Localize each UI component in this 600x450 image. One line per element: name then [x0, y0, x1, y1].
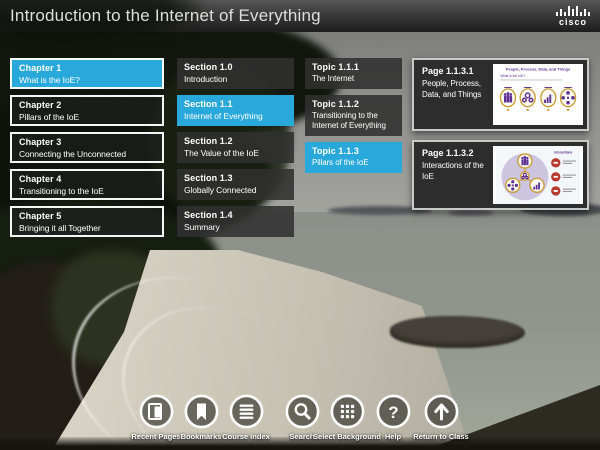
bookmark-icon — [184, 394, 219, 429]
cisco-logo-text: cisco — [556, 18, 590, 27]
background-island — [448, 210, 494, 216]
topic-title: Topic 1.1.2 — [312, 99, 395, 109]
chapter-title: Chapter 3 — [19, 137, 155, 147]
select-background-button[interactable] — [330, 394, 365, 429]
cisco-logo-icon — [556, 6, 590, 16]
return-to-class-button[interactable] — [424, 394, 459, 429]
recent-pages-icon — [139, 394, 174, 429]
bookmarks-button[interactable] — [184, 394, 219, 429]
cisco-logo: cisco — [556, 6, 590, 27]
chapter-item-2[interactable]: Chapter 2 Pillars of the IoE — [10, 95, 164, 126]
chapter-subtitle: Transitioning to the IoE — [19, 186, 155, 197]
page-item-subtitle: Interactions of the IoE — [414, 161, 496, 183]
chapter-item-3[interactable]: Chapter 3 Connecting the Unconnected — [10, 132, 164, 163]
chapter-subtitle: Pillars of the IoE — [19, 112, 155, 123]
recent-pages-button[interactable] — [139, 394, 174, 429]
chapter-title: Chapter 5 — [19, 211, 155, 221]
page-title: Introduction to the Internet of Everythi… — [10, 6, 321, 26]
help-button[interactable]: ? — [376, 394, 411, 429]
svg-text:What is the IoE?: What is the IoE? — [500, 74, 525, 78]
chapter-subtitle: What is the IoE? — [19, 75, 155, 86]
topic-item-1-1-1[interactable]: Topic 1.1.1 The Internet — [305, 58, 402, 89]
chapter-item-4[interactable]: Chapter 4 Transitioning to the IoE — [10, 169, 164, 200]
chapter-title: Chapter 2 — [19, 100, 155, 110]
section-item-1-4[interactable]: Section 1.4 Summary — [177, 206, 294, 237]
page-item-1-1-3-2[interactable]: Page 1.1.3.2 Interactions of the IoE — [412, 140, 589, 210]
section-title: Section 1.3 — [184, 173, 287, 183]
svg-text:?: ? — [388, 403, 398, 422]
section-subtitle: The Value of the IoE — [184, 148, 287, 159]
section-item-1-3[interactable]: Section 1.3 Globally Connected — [177, 169, 294, 200]
section-item-1-1[interactable]: Section 1.1 Internet of Everything — [177, 95, 294, 126]
chapter-subtitle: Connecting the Unconnected — [19, 149, 155, 160]
topic-title: Topic 1.1.3 — [312, 146, 395, 156]
search-icon — [285, 394, 320, 429]
page-column: Page 1.1.3.1 People, Process, Data, and … — [412, 58, 589, 210]
section-title: Section 1.2 — [184, 136, 287, 146]
search-button[interactable] — [285, 394, 320, 429]
background-rocks — [390, 316, 525, 348]
section-subtitle: Introduction — [184, 74, 287, 85]
grid-icon — [330, 394, 365, 429]
question-mark-icon: ? — [376, 394, 411, 429]
page-thumbnail-people-process-data-things: People, Process, Data, and Things What i… — [493, 64, 583, 125]
chapter-column: Chapter 1 What is the IoE? Chapter 2 Pil… — [10, 58, 164, 237]
section-title: Section 1.4 — [184, 210, 287, 220]
course-index-screen: Introduction to the Internet of Everythi… — [0, 0, 600, 450]
topic-subtitle: Pillars of the IoE — [312, 158, 395, 168]
list-icon — [229, 394, 264, 429]
topic-item-1-1-3[interactable]: Topic 1.1.3 Pillars of the IoE — [305, 142, 402, 173]
section-subtitle: Internet of Everything — [184, 111, 287, 122]
section-item-1-0[interactable]: Section 1.0 Introduction — [177, 58, 294, 89]
section-title: Section 1.1 — [184, 99, 287, 109]
chapter-item-1[interactable]: Chapter 1 What is the IoE? — [10, 58, 164, 89]
svg-text:People, Process, Data, and Thi: People, Process, Data, and Things — [506, 67, 571, 72]
svg-text:Interactions: Interactions — [554, 150, 572, 154]
section-item-1-2[interactable]: Section 1.2 The Value of the IoE — [177, 132, 294, 163]
page-item-1-1-3-1[interactable]: Page 1.1.3.1 People, Process, Data, and … — [412, 58, 589, 131]
chapter-title: Chapter 4 — [19, 174, 155, 184]
arrow-up-icon — [424, 394, 459, 429]
chapter-subtitle: Bringing it all Together — [19, 223, 155, 234]
topic-item-1-1-2[interactable]: Topic 1.1.2 Transitioning to the Interne… — [305, 95, 402, 136]
section-title: Section 1.0 — [184, 62, 287, 72]
section-subtitle: Summary — [184, 222, 287, 233]
topic-column: Topic 1.1.1 The Internet Topic 1.1.2 Tra… — [305, 58, 402, 173]
page-item-subtitle: People, Process, Data, and Things — [414, 79, 496, 101]
return-to-class-label: Return to Class — [403, 432, 479, 441]
topic-title: Topic 1.1.1 — [312, 62, 395, 72]
course-index-button[interactable] — [229, 394, 264, 429]
section-subtitle: Globally Connected — [184, 185, 287, 196]
section-column: Section 1.0 Introduction Section 1.1 Int… — [177, 58, 294, 237]
chapter-item-5[interactable]: Chapter 5 Bringing it all Together — [10, 206, 164, 237]
topic-subtitle: Transitioning to the Internet of Everyth… — [312, 111, 395, 132]
title-bar: Introduction to the Internet of Everythi… — [0, 0, 600, 32]
chapter-title: Chapter 1 — [19, 63, 155, 73]
page-thumbnail-interactions-of-the-ioe: Interactions — [493, 146, 583, 204]
topic-subtitle: The Internet — [312, 74, 395, 84]
